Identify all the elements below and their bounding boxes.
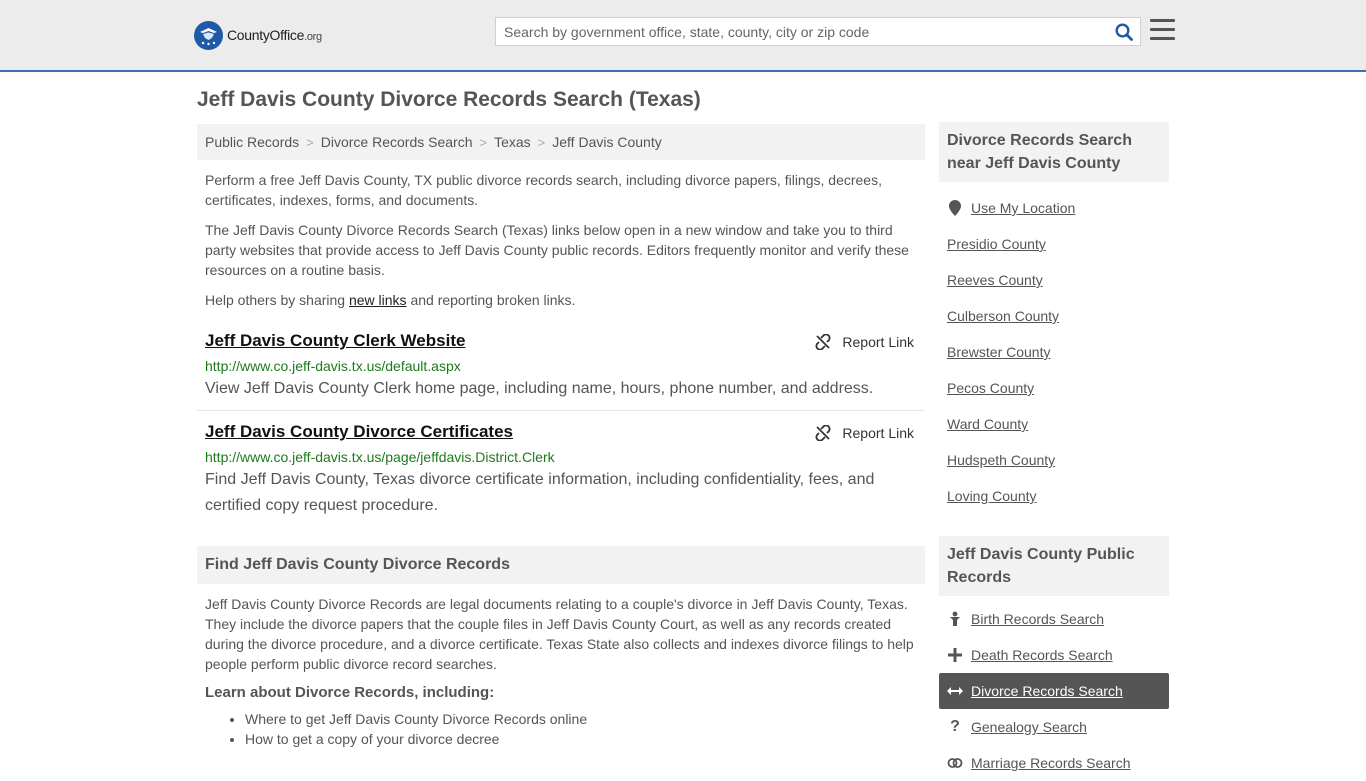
broken-link-icon <box>815 425 831 441</box>
report-link-label: Report Link <box>842 425 914 441</box>
nearby-county-label: Brewster County <box>947 344 1051 360</box>
genealogy-search-link[interactable]: ? Genealogy Search <box>939 709 1169 745</box>
resource-link-title[interactable]: Jeff Davis County Divorce Certificates <box>205 422 917 442</box>
page-title: Jeff Davis County Divorce Records Search… <box>197 88 701 111</box>
nearby-county-link[interactable]: Hudspeth County <box>939 442 1169 478</box>
logo-badge-icon <box>194 20 223 50</box>
nearby-county-link[interactable]: Ward County <box>939 406 1169 442</box>
divorce-records-label: Divorce Records Search <box>971 683 1123 699</box>
resource-link-title[interactable]: Jeff Davis County Clerk Website <box>205 331 917 351</box>
top-navbar: CountyOffice.org <box>0 0 1366 72</box>
nearby-county-link[interactable]: Brewster County <box>939 334 1169 370</box>
nearby-county-label: Pecos County <box>947 380 1035 396</box>
list-item: Where to get Jeff Davis County Divorce R… <box>245 709 925 729</box>
main-content: Public Records > Divorce Records Search … <box>197 124 925 749</box>
location-pin-icon <box>947 200 963 216</box>
nearby-county-link[interactable]: Pecos County <box>939 370 1169 406</box>
double-arrow-icon <box>947 683 963 699</box>
learn-list: Where to get Jeff Davis County Divorce R… <box>197 709 925 749</box>
birth-records-label: Birth Records Search <box>971 611 1105 627</box>
nearby-county-link[interactable]: Loving County <box>939 478 1169 514</box>
intro-paragraph-2: The Jeff Davis County Divorce Records Se… <box>205 222 909 278</box>
breadcrumb: Public Records > Divorce Records Search … <box>197 124 925 160</box>
breadcrumb-divorce-records[interactable]: Divorce Records Search <box>321 134 473 150</box>
baby-icon <box>947 611 963 627</box>
public-records-heading: Jeff Davis County Public Records <box>939 536 1169 596</box>
report-link-button[interactable]: Report Link <box>815 334 914 350</box>
breadcrumb-public-records[interactable]: Public Records <box>205 134 299 150</box>
breadcrumb-texas[interactable]: Texas <box>494 134 531 150</box>
report-link-label: Report Link <box>842 334 914 350</box>
cross-icon <box>947 647 963 663</box>
find-records-heading: Find Jeff Davis County Divorce Records <box>197 546 925 584</box>
intro-paragraph-1: Perform a free Jeff Davis County, TX pub… <box>205 172 882 208</box>
resource-link-description: View Jeff Davis County Clerk home page, … <box>205 380 874 397</box>
nearby-county-label: Hudspeth County <box>947 452 1056 468</box>
nearby-heading: Divorce Records Search near Jeff Davis C… <box>939 122 1169 182</box>
site-logo[interactable]: CountyOffice.org <box>194 20 322 50</box>
search-input[interactable] <box>496 18 1108 45</box>
sidebar: Divorce Records Search near Jeff Davis C… <box>939 122 1169 514</box>
death-records-label: Death Records Search <box>971 647 1113 663</box>
nearby-county-label: Loving County <box>947 488 1037 504</box>
broken-link-icon <box>815 334 831 350</box>
breadcrumb-separator: > <box>537 134 546 150</box>
genealogy-search-label: Genealogy Search <box>971 719 1087 735</box>
use-my-location-label: Use My Location <box>971 200 1076 216</box>
search-button[interactable] <box>1108 18 1140 45</box>
nearby-county-link[interactable]: Reeves County <box>939 262 1169 298</box>
resource-link-item: Jeff Davis County Clerk Website Report L… <box>197 331 925 410</box>
nearby-county-link[interactable]: Presidio County <box>939 226 1169 262</box>
resource-link-url: http://www.co.jeff-davis.tx.us/default.a… <box>205 358 461 374</box>
find-records-paragraph: Jeff Davis County Divorce Records are le… <box>205 596 914 672</box>
search-icon <box>1115 22 1133 41</box>
nearby-county-label: Ward County <box>947 416 1029 432</box>
logo-tld: .org <box>304 31 322 43</box>
birth-records-link[interactable]: Birth Records Search <box>939 601 1169 637</box>
marriage-records-link[interactable]: Marriage Records Search <box>939 745 1169 781</box>
search-bar <box>495 17 1141 46</box>
list-item: How to get a copy of your divorce decree <box>245 729 925 749</box>
breadcrumb-separator: > <box>306 134 314 150</box>
share-text-after: and reporting broken links. <box>406 292 576 308</box>
nearby-county-label: Culberson County <box>947 308 1060 324</box>
nearby-county-label: Presidio County <box>947 236 1046 252</box>
new-links-link[interactable]: new links <box>349 292 407 308</box>
resource-link-description: Find Jeff Davis County, Texas divorce ce… <box>205 471 875 514</box>
report-link-button[interactable]: Report Link <box>815 425 914 441</box>
nearby-county-label: Reeves County <box>947 272 1043 288</box>
divider <box>197 410 925 411</box>
logo-name: CountyOffice <box>227 27 305 43</box>
learn-heading: Learn about Divorce Records, including: <box>205 684 495 701</box>
marriage-records-label: Marriage Records Search <box>971 755 1131 771</box>
breadcrumb-current: Jeff Davis County <box>552 134 662 150</box>
use-my-location-link[interactable]: Use My Location <box>939 190 1169 226</box>
intro-paragraph-3: Help others by sharing new links and rep… <box>197 290 925 310</box>
divorce-records-link[interactable]: Divorce Records Search <box>939 673 1169 709</box>
breadcrumb-separator: > <box>479 134 488 150</box>
resource-link-url: http://www.co.jeff-davis.tx.us/page/jeff… <box>205 449 555 465</box>
death-records-link[interactable]: Death Records Search <box>939 637 1169 673</box>
logo-text: CountyOffice.org <box>227 27 322 43</box>
nearby-county-link[interactable]: Culberson County <box>939 298 1169 334</box>
resource-link-item: Jeff Davis County Divorce Certificates R… <box>197 422 925 522</box>
share-text-before: Help others by sharing <box>205 292 349 308</box>
sidebar-public-records: Jeff Davis County Public Records Birth R… <box>939 536 1169 781</box>
question-icon: ? <box>950 718 960 735</box>
hamburger-menu-icon[interactable] <box>1150 19 1175 43</box>
rings-icon <box>947 755 963 771</box>
